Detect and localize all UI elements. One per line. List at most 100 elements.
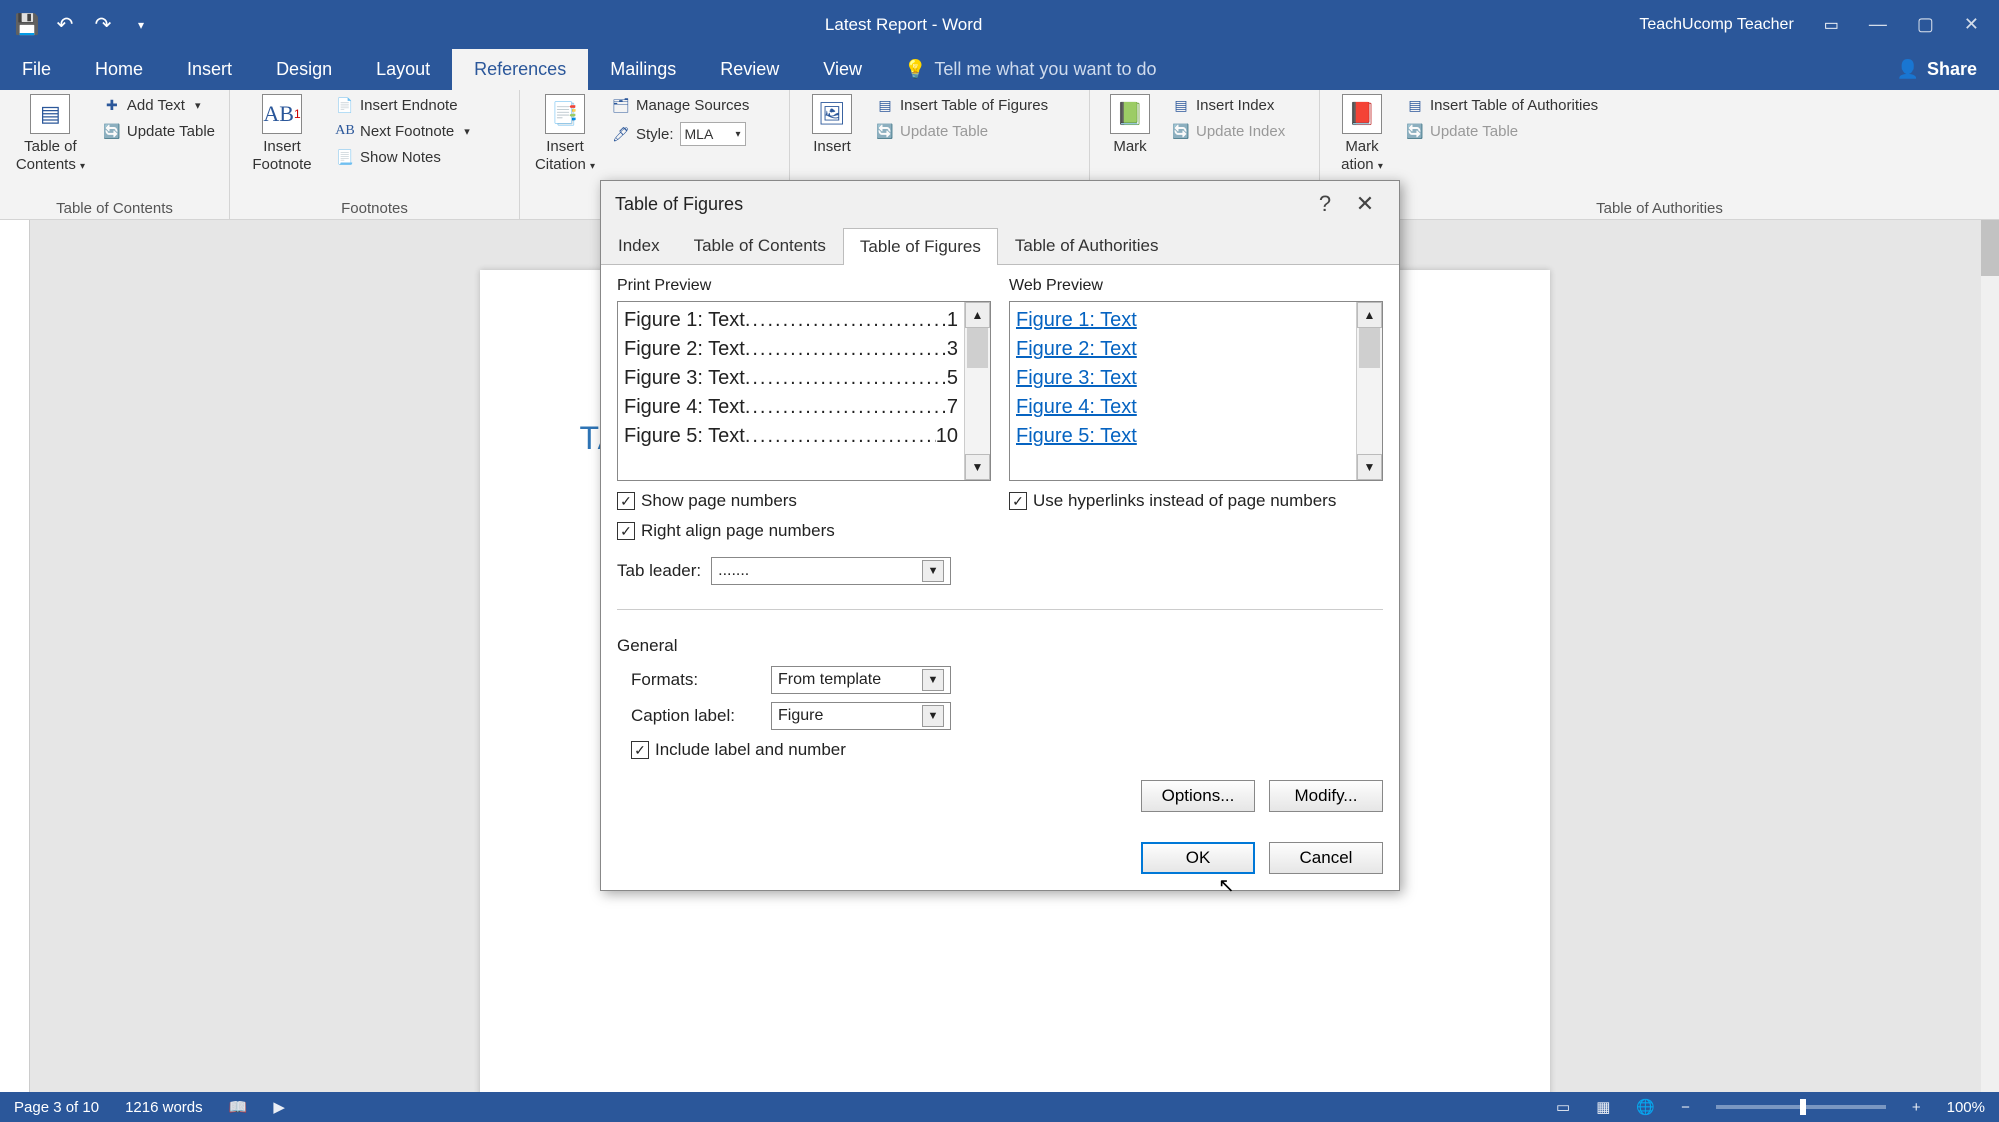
- macro-icon[interactable]: ▶: [273, 1098, 285, 1116]
- print-preview-line: Figure 3: Text..........................…: [624, 364, 958, 393]
- add-text-button[interactable]: ✚Add Text▾: [99, 94, 219, 116]
- dialog-tab-toc[interactable]: Table of Contents: [677, 227, 843, 264]
- insert-toa-label: Insert Table of Authorities: [1430, 97, 1598, 114]
- preview-thumb[interactable]: [1359, 328, 1380, 368]
- zoom-slider[interactable]: [1716, 1105, 1886, 1109]
- show-page-numbers-checkbox[interactable]: Show page numbers: [617, 491, 991, 511]
- update-tof-button[interactable]: 🔄Update Table: [872, 120, 1052, 142]
- include-label-checkbox[interactable]: Include label and number: [631, 740, 1383, 760]
- ok-button[interactable]: OK: [1141, 842, 1255, 874]
- dialog-tab-toa[interactable]: Table of Authorities: [998, 227, 1176, 264]
- checkbox-icon[interactable]: [1009, 492, 1027, 510]
- checkbox-icon[interactable]: [617, 492, 635, 510]
- tab-mailings[interactable]: Mailings: [588, 49, 698, 90]
- print-layout-icon[interactable]: ▦: [1596, 1098, 1610, 1116]
- zoom-thumb[interactable]: [1800, 1099, 1806, 1115]
- tell-me-search[interactable]: 💡 Tell me what you want to do: [904, 49, 1157, 90]
- formats-combo[interactable]: From template▼: [771, 666, 951, 694]
- ribbon-display-icon[interactable]: ▭: [1824, 15, 1839, 35]
- minimize-icon[interactable]: —: [1869, 14, 1887, 35]
- checkbox-icon[interactable]: [617, 522, 635, 540]
- print-preview-box: Figure 1: Text..........................…: [617, 301, 991, 481]
- tab-home[interactable]: Home: [73, 49, 165, 90]
- tab-references[interactable]: References: [452, 49, 588, 90]
- scroll-thumb[interactable]: [1981, 220, 1999, 276]
- qat-customize-icon[interactable]: ▾: [128, 12, 154, 38]
- checkbox-icon[interactable]: [631, 741, 649, 759]
- dialog-help-icon[interactable]: ?: [1305, 191, 1345, 217]
- insert-toa-button[interactable]: ▤ Insert Table of Authorities: [1402, 94, 1602, 116]
- tab-review[interactable]: Review: [698, 49, 801, 90]
- tab-file[interactable]: File: [0, 49, 73, 90]
- update-toa-button[interactable]: 🔄Update Table: [1402, 120, 1602, 142]
- insert-index-button[interactable]: ▤Insert Index: [1168, 94, 1289, 116]
- style-combo[interactable]: MLA▾: [680, 122, 746, 146]
- read-mode-icon[interactable]: ▭: [1556, 1098, 1570, 1116]
- update-toc-button[interactable]: 🔄Update Table: [99, 120, 219, 142]
- insert-footnote-button[interactable]: AB1 InsertFootnote: [240, 94, 324, 174]
- spelling-icon[interactable]: 📖: [229, 1098, 248, 1116]
- add-text-icon: ✚: [103, 96, 121, 114]
- right-align-checkbox[interactable]: Right align page numbers: [617, 521, 991, 541]
- manage-sources-button[interactable]: 🗂Manage Sources: [608, 94, 753, 116]
- tab-view[interactable]: View: [801, 49, 884, 90]
- style-label: Style:: [636, 126, 674, 143]
- manage-sources-icon: 🗂: [612, 96, 630, 114]
- scroll-up-icon[interactable]: ▲: [1357, 302, 1382, 328]
- scroll-up-icon[interactable]: ▲: [965, 302, 990, 328]
- web-preview-line: Figure 1: Text: [1016, 306, 1350, 335]
- save-icon[interactable]: 💾: [14, 12, 40, 38]
- maximize-icon[interactable]: ▢: [1917, 14, 1934, 35]
- tab-leader-combo[interactable]: .......▼: [711, 557, 951, 585]
- tab-design[interactable]: Design: [254, 49, 354, 90]
- update-index-button[interactable]: 🔄Update Index: [1168, 120, 1289, 142]
- caption-label-label: Caption label:: [631, 706, 761, 726]
- status-page[interactable]: Page 3 of 10: [14, 1099, 99, 1116]
- scroll-down-icon[interactable]: ▼: [1357, 454, 1382, 480]
- zoom-out-icon[interactable]: −: [1681, 1099, 1690, 1116]
- dialog-title-bar[interactable]: Table of Figures ? ✕: [601, 181, 1399, 227]
- insert-tof-label: Insert Table of Figures: [900, 97, 1048, 114]
- modify-button[interactable]: Modify...: [1269, 780, 1383, 812]
- caption-label-combo[interactable]: Figure▼: [771, 702, 951, 730]
- undo-icon[interactable]: ↶: [52, 12, 78, 38]
- share-button[interactable]: 👤 Share: [1875, 49, 1999, 90]
- vertical-scrollbar[interactable]: [1981, 220, 1999, 1092]
- zoom-in-icon[interactable]: +: [1912, 1099, 1921, 1116]
- scroll-down-icon[interactable]: ▼: [965, 454, 990, 480]
- dialog-tab-tof[interactable]: Table of Figures: [843, 228, 998, 265]
- web-preview-scrollbar[interactable]: ▲ ▼: [1356, 302, 1382, 480]
- status-words[interactable]: 1216 words: [125, 1099, 203, 1116]
- toa-icon: ▤: [1406, 96, 1424, 114]
- dialog-close-icon[interactable]: ✕: [1345, 191, 1385, 217]
- insert-endnote-button[interactable]: 📄Insert Endnote: [332, 94, 474, 116]
- preview-thumb[interactable]: [967, 328, 988, 368]
- mark-citation-button[interactable]: 📕 Markation ▾: [1330, 94, 1394, 176]
- web-preview-line: Figure 2: Text: [1016, 335, 1350, 364]
- lightbulb-icon: 💡: [904, 59, 926, 80]
- web-layout-icon[interactable]: 🌐: [1636, 1098, 1655, 1116]
- vertical-ruler[interactable]: [0, 220, 30, 1092]
- mark-entry-button[interactable]: 📗 Mark: [1100, 94, 1160, 156]
- options-button[interactable]: Options...: [1141, 780, 1255, 812]
- print-preview-line: Figure 4: Text..........................…: [624, 393, 958, 422]
- print-preview-scrollbar[interactable]: ▲ ▼: [964, 302, 990, 480]
- next-footnote-label: Next Footnote: [360, 123, 454, 140]
- zoom-level[interactable]: 100%: [1947, 1099, 1985, 1116]
- table-of-contents-button[interactable]: ▤ Table ofContents ▾: [10, 94, 91, 176]
- title-bar: 💾 ↶ ↷ ▾ Latest Report - Word TeachUcomp …: [0, 0, 1999, 49]
- tab-insert[interactable]: Insert: [165, 49, 254, 90]
- close-icon[interactable]: ✕: [1964, 14, 1979, 35]
- insert-citation-button[interactable]: 📑 InsertCitation ▾: [530, 94, 600, 176]
- dialog-tab-index[interactable]: Index: [601, 227, 677, 264]
- use-hyperlinks-checkbox[interactable]: Use hyperlinks instead of page numbers: [1009, 491, 1383, 511]
- caption-label-value: Figure: [778, 707, 823, 725]
- insert-table-of-figures-button[interactable]: ▤Insert Table of Figures: [872, 94, 1052, 116]
- tab-layout[interactable]: Layout: [354, 49, 452, 90]
- redo-icon[interactable]: ↷: [90, 12, 116, 38]
- insert-caption-button[interactable]: 🖼 Insert: [800, 94, 864, 156]
- next-footnote-button[interactable]: ABNext Footnote▾: [332, 120, 474, 142]
- show-notes-button[interactable]: 📃Show Notes: [332, 146, 474, 168]
- cancel-button[interactable]: Cancel: [1269, 842, 1383, 874]
- dialog-tab-strip: Index Table of Contents Table of Figures…: [601, 227, 1399, 265]
